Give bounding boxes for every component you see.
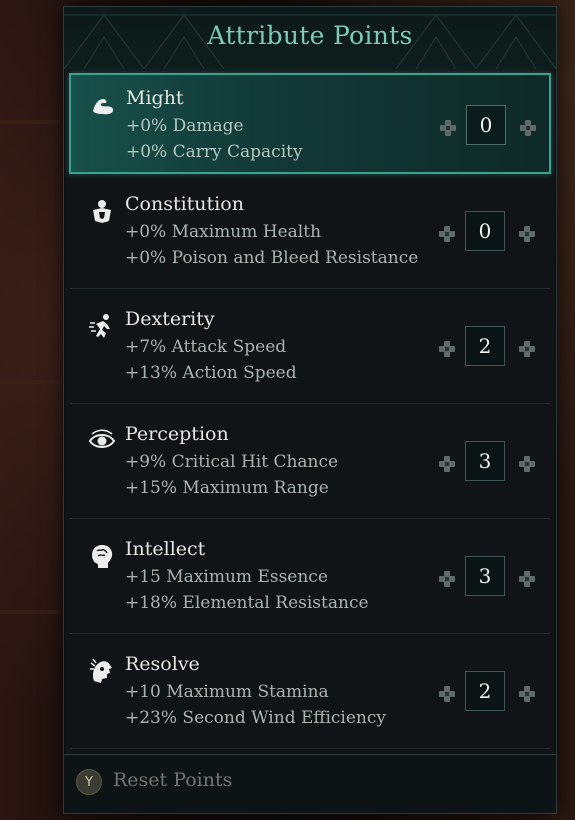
attribute-value: 2 bbox=[465, 326, 505, 366]
bookshelf-line bbox=[0, 380, 60, 384]
attribute-effect: +0% Maximum Health bbox=[125, 222, 322, 242]
panel-footer: Y Reset Points bbox=[64, 754, 556, 813]
attribute-effect: +0% Poison and Bleed Resistance bbox=[125, 248, 419, 268]
decrease-button[interactable] bbox=[438, 455, 456, 473]
increase-button[interactable] bbox=[518, 685, 536, 703]
dpad-right-icon bbox=[519, 456, 535, 472]
attribute-effect: +9% Critical Hit Chance bbox=[125, 452, 339, 472]
attribute-name: Might bbox=[126, 87, 184, 109]
decrease-button[interactable] bbox=[438, 570, 456, 588]
attribute-value: 2 bbox=[465, 671, 505, 711]
attribute-effect: +10 Maximum Stamina bbox=[125, 682, 329, 702]
attribute-effect: +7% Attack Speed bbox=[125, 337, 287, 357]
increase-button[interactable] bbox=[518, 570, 536, 588]
dpad-right-icon bbox=[520, 120, 536, 136]
y-button-icon[interactable]: Y bbox=[76, 769, 102, 795]
increase-button[interactable] bbox=[518, 455, 536, 473]
attribute-effect: +0% Damage bbox=[126, 116, 244, 136]
attribute-effect: +15% Maximum Range bbox=[125, 478, 329, 498]
dpad-left-icon bbox=[439, 456, 455, 472]
attribute-panel: Attribute Points Might +0% Damage +0% Carr… bbox=[63, 6, 557, 814]
bookshelf-line bbox=[0, 610, 60, 614]
attribute-name: Constitution bbox=[125, 193, 244, 215]
attribute-row-dexterity[interactable]: Dexterity +7% Attack Speed +13% Action Spe… bbox=[70, 296, 550, 404]
brain-head-icon bbox=[88, 542, 116, 570]
attribute-name: Perception bbox=[125, 423, 229, 445]
dpad-left-icon bbox=[440, 120, 456, 136]
increase-button[interactable] bbox=[518, 340, 536, 358]
attribute-row-might[interactable]: Might +0% Damage +0% Carry Capacity 0 bbox=[69, 73, 551, 174]
muscle-arm-icon bbox=[89, 91, 117, 119]
running-figure-icon bbox=[88, 312, 116, 340]
dpad-right-icon bbox=[519, 686, 535, 702]
decrease-button[interactable] bbox=[438, 685, 456, 703]
increase-button[interactable] bbox=[519, 119, 537, 137]
attribute-value: 3 bbox=[465, 556, 505, 596]
body-shield-icon bbox=[88, 197, 116, 225]
dpad-left-icon bbox=[439, 341, 455, 357]
attribute-row-resolve[interactable]: Resolve +10 Maximum Stamina +23% Second Wi… bbox=[70, 641, 550, 749]
decrease-button[interactable] bbox=[438, 225, 456, 243]
dpad-right-icon bbox=[519, 341, 535, 357]
attribute-value: 3 bbox=[465, 441, 505, 481]
reset-points-button[interactable]: Reset Points bbox=[113, 769, 232, 791]
attribute-value: 0 bbox=[466, 105, 506, 145]
attribute-effect: +0% Carry Capacity bbox=[126, 142, 303, 162]
attribute-effect: +18% Elemental Resistance bbox=[125, 593, 369, 613]
attribute-value: 0 bbox=[465, 211, 505, 251]
attribute-name: Resolve bbox=[125, 653, 200, 675]
attribute-effect: +15 Maximum Essence bbox=[125, 567, 328, 587]
eye-icon bbox=[88, 427, 116, 455]
panel-title: Attribute Points bbox=[207, 21, 413, 50]
attribute-effect: +13% Action Speed bbox=[125, 363, 297, 383]
bookshelf-line bbox=[0, 120, 60, 124]
attribute-row-perception[interactable]: Perception +9% Critical Hit Chance +15% Ma… bbox=[70, 411, 550, 519]
attribute-row-intellect[interactable]: Intellect +15 Maximum Essence +18% Element… bbox=[70, 526, 550, 634]
dpad-left-icon bbox=[439, 686, 455, 702]
dpad-left-icon bbox=[439, 571, 455, 587]
dpad-right-icon bbox=[519, 226, 535, 242]
attribute-name: Intellect bbox=[125, 538, 206, 560]
increase-button[interactable] bbox=[518, 225, 536, 243]
panel-header: Attribute Points bbox=[64, 7, 556, 69]
attribute-list: Might +0% Damage +0% Carry Capacity 0 Consti… bbox=[69, 73, 551, 756]
decrease-button[interactable] bbox=[438, 340, 456, 358]
dpad-right-icon bbox=[519, 571, 535, 587]
attribute-effect: +23% Second Wind Efficiency bbox=[125, 708, 386, 728]
resolve-head-icon bbox=[88, 657, 116, 685]
decrease-button[interactable] bbox=[439, 119, 457, 137]
attribute-row-constitution[interactable]: Constitution +0% Maximum Health +0% Poison… bbox=[70, 181, 550, 289]
attribute-name: Dexterity bbox=[125, 308, 215, 330]
dpad-left-icon bbox=[439, 226, 455, 242]
